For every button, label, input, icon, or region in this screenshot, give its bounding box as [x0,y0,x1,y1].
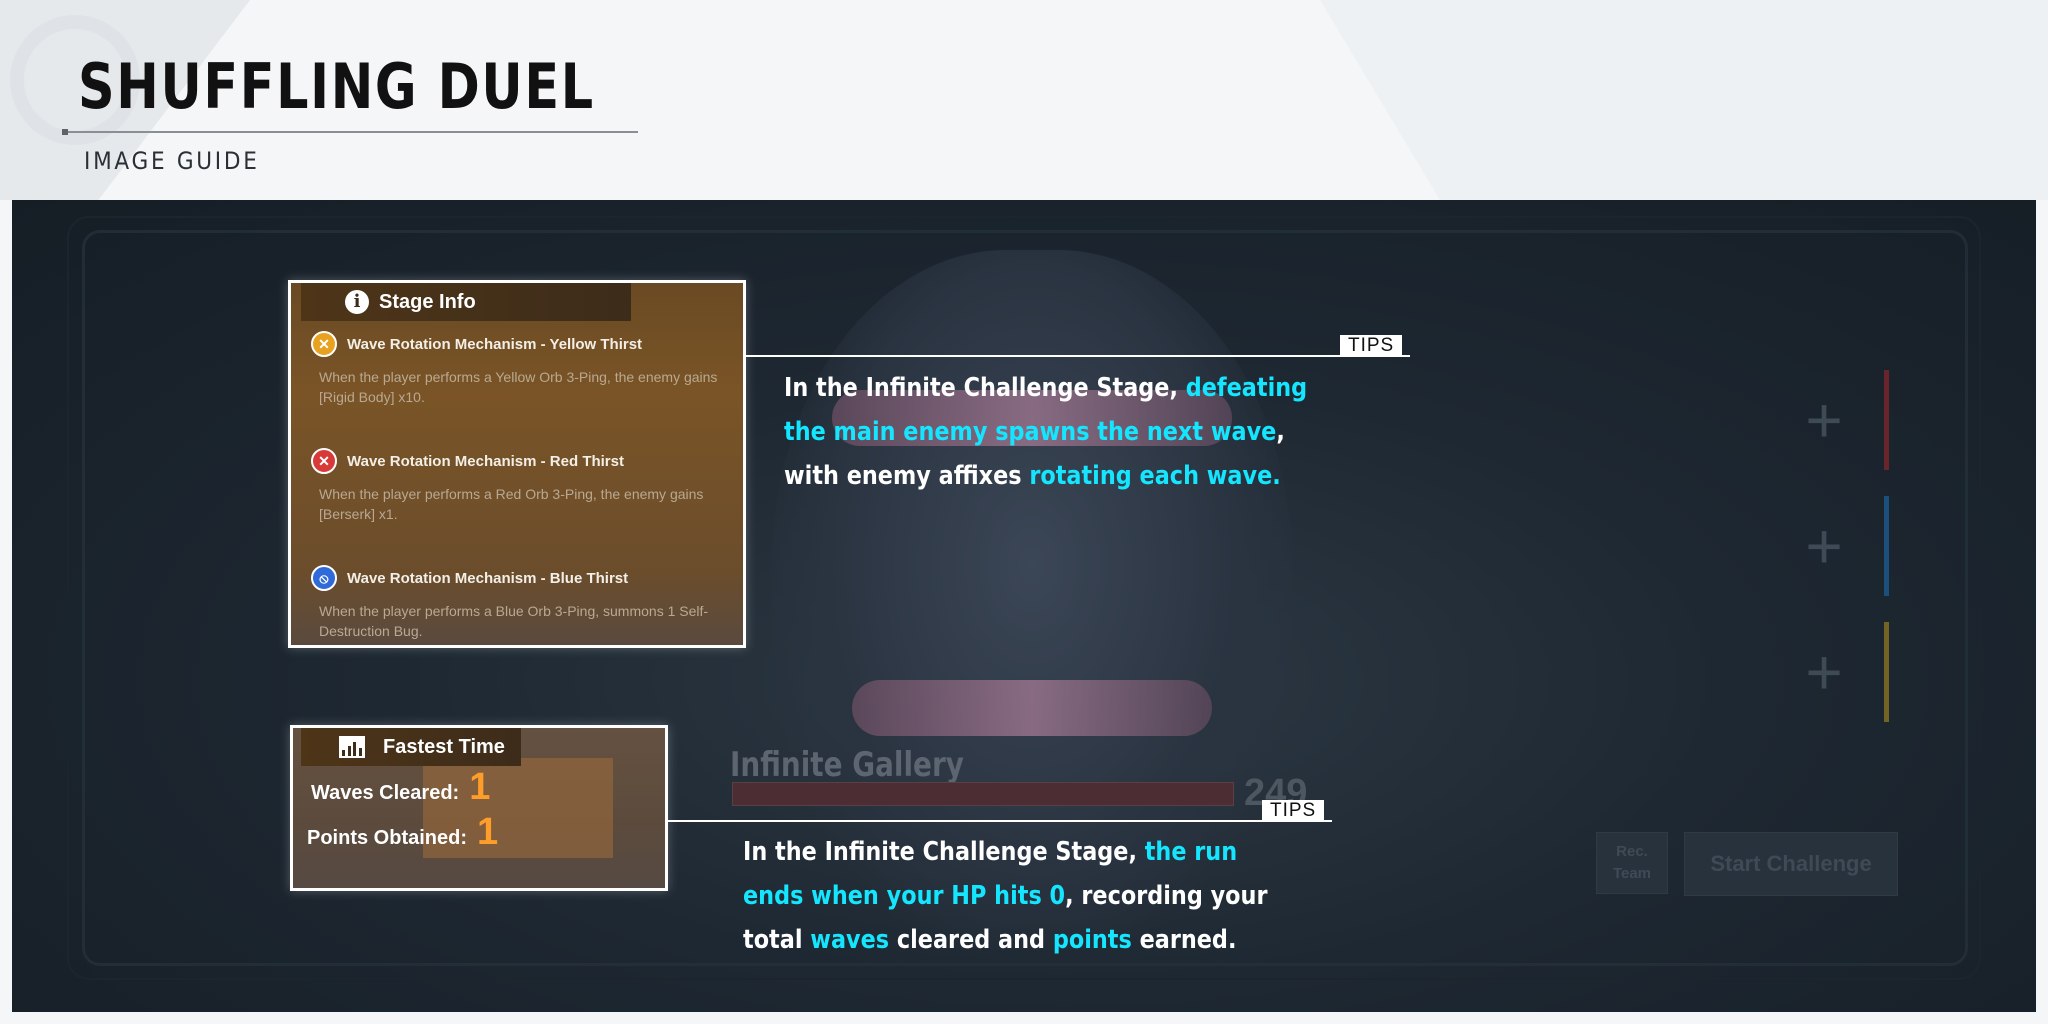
mechanism-item: ✕ Wave Rotation Mechanism - Red Thirst W… [311,448,731,524]
team-slot-2-color-bar [1884,496,1889,596]
points-obtained-label: Points Obtained: [307,827,467,849]
tip-highlight-text: waves [810,925,890,955]
stage-info-title: Stage Info [379,290,476,313]
mechanism-title: Wave Rotation Mechanism - Red Thirst [347,452,624,470]
team-slot-2-plus-icon[interactable]: + [1774,496,1874,596]
points-obtained-row: Points Obtained: 1 [307,811,498,854]
team-slot-1-plus-icon[interactable]: + [1774,370,1874,470]
tip-plain-text: earned. [1131,925,1237,955]
stage-info-card: i Stage Info ✕ Wave Rotation Mechanism -… [288,280,746,648]
mechanism-description: When the player performs a Yellow Orb 3-… [319,369,718,405]
mechanism-title: Wave Rotation Mechanism - Yellow Thirst [347,335,643,353]
mechanism-description: When the player performs a Red Orb 3-Pin… [319,486,704,522]
title-divider-dot [62,129,68,135]
fastest-time-card: Fastest Time Waves Cleared: 1 Points Obt… [290,725,668,891]
tip-plain-text: In the Infinite Challenge Stage, [743,837,1145,867]
tip-1-badge: TIPS [1340,335,1403,357]
tip-2-badge: TIPS [1262,800,1325,822]
gallery-title: Infinite Gallery [730,745,964,785]
start-challenge-button[interactable]: Start Challenge [1684,832,1898,896]
team-slot-3-color-bar [1884,622,1889,722]
page-title: SHUFFLING DUEL [78,50,595,123]
tip-1-connector [746,355,1410,357]
red-thirst-icon: ✕ [311,448,337,474]
stage-info-header: i Stage Info [301,283,631,321]
fastest-time-title: Fastest Time [383,735,505,758]
mechanism-title: Wave Rotation Mechanism - Blue Thirst [347,569,629,587]
tip-2-text: In the Infinite Challenge Stage, the run… [743,830,1302,962]
mechanism-item: ⦸ Wave Rotation Mechanism - Blue Thirst … [311,565,731,641]
team-slot-1-color-bar [1884,370,1889,470]
chart-icon [339,736,365,758]
tip-highlight-text: rotating each wave. [1029,461,1281,491]
mechanism-description: When the player performs a Blue Orb 3-Pi… [319,603,709,639]
tip-2-connector [668,820,1332,822]
rec-team-button[interactable]: Rec. Team [1596,832,1668,894]
enemy-hp-bar [732,782,1234,806]
waves-cleared-value: 1 [469,766,491,808]
tip-highlight-text: points [1052,925,1132,955]
team-slot-3-plus-icon[interactable]: + [1774,622,1874,722]
info-icon: i [345,290,369,314]
yellow-thirst-icon: ✕ [311,331,337,357]
page-subtitle: IMAGE GUIDE [84,147,260,175]
tip-1-text: In the Infinite Challenge Stage, defeati… [784,366,1343,498]
waves-cleared-row: Waves Cleared: 1 [311,766,490,809]
character-band [852,680,1212,736]
points-obtained-value: 1 [477,811,499,853]
tip-plain-text: In the Infinite Challenge Stage, [784,373,1186,403]
tip-plain-text: cleared and [889,925,1053,955]
mechanism-item: ✕ Wave Rotation Mechanism - Yellow Thirs… [311,331,731,407]
fastest-time-header: Fastest Time [301,728,521,766]
title-divider [64,131,638,133]
waves-cleared-label: Waves Cleared: [311,782,460,804]
blue-thirst-icon: ⦸ [311,565,337,591]
